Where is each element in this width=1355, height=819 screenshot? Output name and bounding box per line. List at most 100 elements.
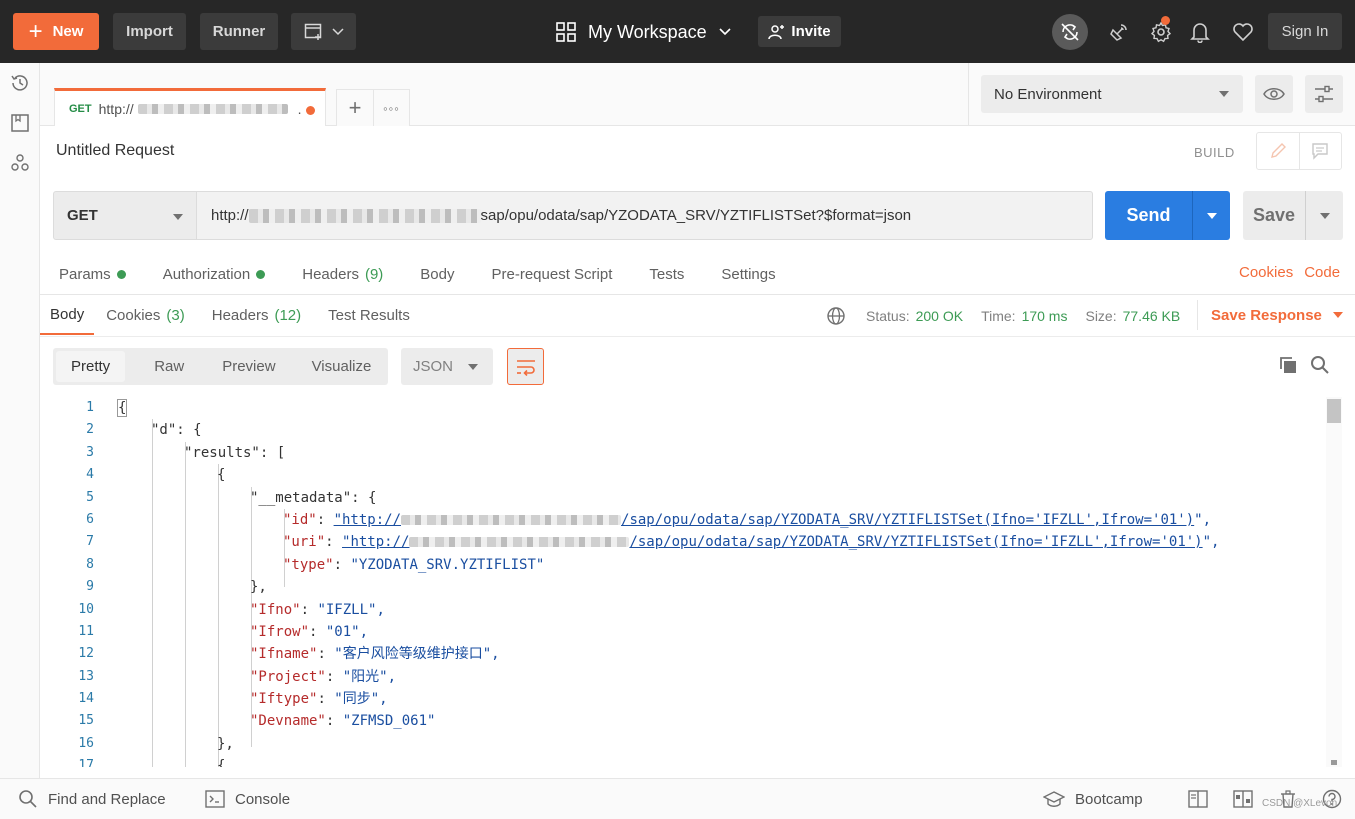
runner-button[interactable]: Runner <box>200 13 278 50</box>
favorites-button[interactable] <box>1225 14 1261 50</box>
request-tab-bar: GET http:// . + ◦◦◦ <box>40 63 968 126</box>
layout-button[interactable] <box>1233 789 1253 809</box>
sync-off-button[interactable] <box>1052 14 1088 50</box>
notification-dot <box>1161 16 1170 25</box>
tab-params[interactable]: Params <box>59 264 126 284</box>
globe-icon[interactable] <box>826 306 846 326</box>
tab-authorization[interactable]: Authorization <box>163 264 266 284</box>
two-pane-view-button[interactable] <box>1188 789 1208 809</box>
save-options-button[interactable] <box>1305 191 1343 240</box>
send-label: Send <box>1126 205 1171 225</box>
workspace-grid-icon <box>556 22 576 42</box>
search-icon <box>19 790 37 808</box>
new-button[interactable]: + New <box>13 13 99 50</box>
interceptor-button[interactable] <box>1101 14 1137 50</box>
response-body-editor[interactable]: 1{ 2 "d": { 3 "results": [ 4{ 5 "__metadata… <box>40 397 1326 767</box>
top-bar: + New Import Runner My Workspace Invite … <box>0 0 1355 63</box>
caret-down-icon <box>1219 91 1229 97</box>
tab-response-headers[interactable]: Headers (12) <box>202 296 311 335</box>
time-label: Time: <box>981 308 1016 324</box>
wrap-lines-button[interactable] <box>507 348 544 385</box>
request-links: Cookies Code <box>1239 264 1340 281</box>
url-path: sap/opu/odata/sap/YZODATA_SRV/YZTIFLISTS… <box>480 207 912 224</box>
tab-options-button[interactable]: ◦◦◦ <box>374 89 410 126</box>
ellipsis-icon: ◦◦◦ <box>383 100 400 116</box>
new-window-button[interactable] <box>291 13 356 50</box>
tab-response-cookies[interactable]: Cookies (3) <box>96 296 195 335</box>
send-button[interactable]: Send <box>1105 191 1230 240</box>
find-replace-button[interactable]: Find and Replace <box>18 779 166 819</box>
save-label: Save <box>1252 205 1296 225</box>
environment-quick-look-button[interactable] <box>1255 75 1293 113</box>
unsaved-dot <box>306 106 315 115</box>
view-visualize[interactable]: Visualize <box>297 351 387 382</box>
search-button[interactable] <box>1310 355 1330 375</box>
code-line: 11 "Ifrow": "01", <box>78 623 369 640</box>
response-tabs: Body Cookies (3) Headers (12) Test Results <box>40 296 422 336</box>
tab-body[interactable]: Body <box>420 264 454 284</box>
request-subtabs: Params Authorization Headers (9) Body Pre… <box>59 264 813 284</box>
watermark-text: CSDN @XLevon <box>1262 798 1338 809</box>
import-button[interactable]: Import <box>113 13 186 50</box>
layout-icon <box>1233 790 1253 808</box>
save-response-button[interactable]: Save Response <box>1197 300 1343 330</box>
new-tab-button[interactable]: + <box>336 89 374 126</box>
code-line: 12 "Ifname": "客户风险等级维护接口", <box>78 646 500 663</box>
environment-select[interactable]: No Environment <box>981 75 1243 113</box>
history-icon[interactable] <box>9 72 31 94</box>
bootcamp-button[interactable]: Bootcamp <box>1043 779 1143 819</box>
metadata-uri-link[interactable]: "http:///sap/opu/odata/sap/YZODATA_SRV/Y… <box>342 534 1203 550</box>
format-label: JSON <box>413 358 454 375</box>
code-line: 17{ <box>78 758 226 767</box>
chevron-down-icon <box>719 28 731 36</box>
comments-button[interactable] <box>1300 133 1342 169</box>
manage-environments-button[interactable] <box>1305 75 1343 113</box>
eye-icon <box>1263 88 1285 100</box>
tab-pre-request-script[interactable]: Pre-request Script <box>492 264 613 284</box>
request-tab[interactable]: GET http:// . <box>54 88 326 126</box>
status-label: Status: <box>866 308 910 324</box>
cookies-link[interactable]: Cookies <box>1239 264 1293 281</box>
apis-icon[interactable] <box>9 152 31 174</box>
environment-bar: No Environment <box>968 63 1355 126</box>
sign-in-button[interactable]: Sign In <box>1268 13 1342 50</box>
method-label: GET <box>67 207 98 224</box>
code-line: 9}, <box>86 579 267 596</box>
url-input[interactable]: http:// sap/opu/odata/sap/YZODATA_SRV/YZ… <box>196 191 1093 240</box>
active-dot <box>256 269 266 279</box>
format-select[interactable]: JSON <box>401 348 493 385</box>
edit-mode-button[interactable] <box>1257 133 1300 169</box>
invite-button[interactable]: Invite <box>758 16 841 47</box>
tab-settings[interactable]: Settings <box>721 264 775 284</box>
graduation-cap-icon <box>1043 791 1065 807</box>
gear-icon <box>1150 21 1172 43</box>
view-preview[interactable]: Preview <box>207 351 290 382</box>
find-replace-label: Find and Replace <box>48 790 166 808</box>
notifications-button[interactable] <box>1182 14 1218 50</box>
invite-label: Invite <box>791 23 831 40</box>
metadata-id-link[interactable]: "http:///sap/opu/odata/sap/YZODATA_SRV/Y… <box>334 512 1195 528</box>
save-button[interactable]: Save <box>1243 191 1343 240</box>
size-label: Size: <box>1085 308 1117 324</box>
tab-headers[interactable]: Headers (9) <box>302 264 383 284</box>
search-icon <box>1311 356 1329 374</box>
tab-test-results[interactable]: Test Results <box>318 296 420 335</box>
code-link[interactable]: Code <box>1304 264 1340 281</box>
request-title[interactable]: Untitled Request <box>56 142 174 160</box>
copy-button[interactable] <box>1278 355 1298 375</box>
plus-icon: + <box>348 95 362 120</box>
method-select[interactable]: GET <box>53 191 197 240</box>
view-raw[interactable]: Raw <box>139 351 199 382</box>
view-pretty[interactable]: Pretty <box>56 351 126 382</box>
size-value: 77.46 KB <box>1122 308 1181 324</box>
collections-icon[interactable] <box>9 112 31 134</box>
code-line: 3 "results": [ <box>86 444 286 461</box>
redacted-host <box>248 208 481 223</box>
workspace-switcher[interactable]: My Workspace <box>556 14 731 50</box>
console-button[interactable]: Console <box>205 779 290 819</box>
tab-response-body[interactable]: Body <box>40 296 95 335</box>
editor-scrollbar[interactable] <box>1326 397 1342 767</box>
send-options-button[interactable] <box>1192 191 1230 240</box>
scrollbar-thumb[interactable] <box>1327 399 1341 423</box>
tab-tests[interactable]: Tests <box>649 264 684 284</box>
